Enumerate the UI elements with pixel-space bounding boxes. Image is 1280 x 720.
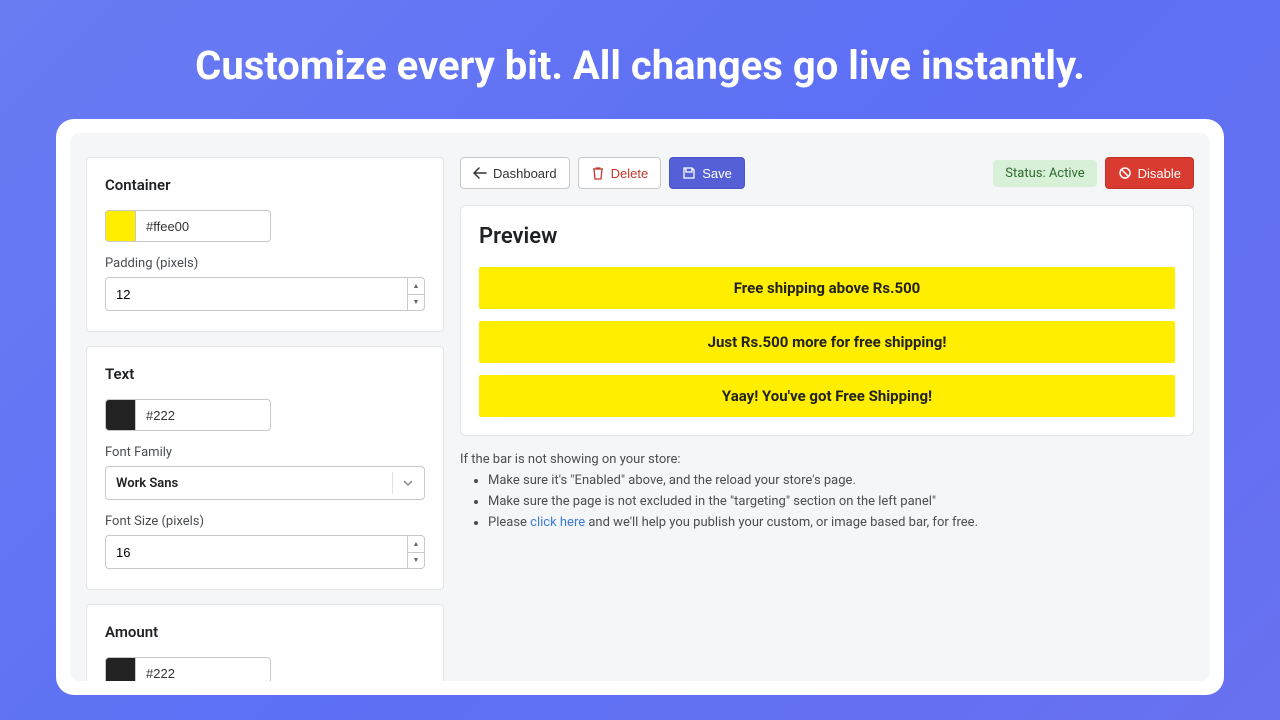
hero-title: Customize every bit. All changes go live… <box>0 0 1280 119</box>
font-family-label: Font Family <box>105 445 425 460</box>
amount-panel: Amount Free shipping target amount <box>86 604 444 681</box>
help-text: If the bar is not showing on your store:… <box>460 452 1194 536</box>
app-inner: Container Padding (pixels) ▲▼ Text Font … <box>70 133 1210 681</box>
help-item-3a: Please <box>488 515 530 530</box>
preview-bar-3: Yaay! You've got Free Shipping! <box>479 375 1175 417</box>
preview-bar-2: Just Rs.500 more for free shipping! <box>479 321 1175 363</box>
font-family-select[interactable]: Work Sans <box>105 466 425 500</box>
save-icon <box>682 166 696 180</box>
amount-color-swatch[interactable] <box>105 657 135 681</box>
main-area: Dashboard Delete Save Status: Active Dis… <box>460 157 1194 681</box>
sidebar: Container Padding (pixels) ▲▼ Text Font … <box>86 157 444 681</box>
save-button[interactable]: Save <box>669 157 745 189</box>
text-color-row <box>105 399 425 431</box>
status-badge: Status: Active <box>993 160 1096 187</box>
help-intro: If the bar is not showing on your store: <box>460 452 1194 467</box>
font-size-label: Font Size (pixels) <box>105 514 425 529</box>
padding-spinner[interactable]: ▲▼ <box>407 277 425 311</box>
font-size-spinner[interactable]: ▲▼ <box>407 535 425 569</box>
help-item-2: Make sure the page is not excluded in th… <box>488 494 1194 509</box>
container-title: Container <box>105 176 425 194</box>
container-color-input[interactable] <box>135 210 271 242</box>
amount-color-input[interactable] <box>135 657 271 681</box>
container-panel: Container Padding (pixels) ▲▼ <box>86 157 444 332</box>
preview-bar-1: Free shipping above Rs.500 <box>479 267 1175 309</box>
help-item-3: Please click here and we'll help you pub… <box>488 515 1194 530</box>
font-size-input[interactable] <box>105 535 407 569</box>
disable-button[interactable]: Disable <box>1105 157 1194 189</box>
text-color-input[interactable] <box>135 399 271 431</box>
chevron-down-icon <box>392 472 414 494</box>
spinner-down-icon[interactable]: ▼ <box>408 553 424 569</box>
save-label: Save <box>702 166 732 181</box>
spinner-up-icon[interactable]: ▲ <box>408 536 424 553</box>
help-item-1: Make sure it's "Enabled" above, and the … <box>488 473 1194 488</box>
amount-title: Amount <box>105 623 425 641</box>
text-color-swatch[interactable] <box>105 399 135 431</box>
dashboard-button[interactable]: Dashboard <box>460 157 570 189</box>
font-family-value: Work Sans <box>116 476 178 491</box>
font-size-field: ▲▼ <box>105 535 425 569</box>
container-color-swatch[interactable] <box>105 210 135 242</box>
toolbar: Dashboard Delete Save Status: Active Dis… <box>460 157 1194 189</box>
preview-card: Preview Free shipping above Rs.500 Just … <box>460 205 1194 436</box>
click-here-link[interactable]: click here <box>530 515 585 530</box>
spinner-down-icon[interactable]: ▼ <box>408 295 424 311</box>
help-item-3b: and we'll help you publish your custom, … <box>585 515 978 530</box>
disable-icon <box>1118 166 1132 180</box>
text-panel: Text Font Family Work Sans Font Size (pi… <box>86 346 444 590</box>
arrow-left-icon <box>473 166 487 180</box>
padding-label: Padding (pixels) <box>105 256 425 271</box>
app-card: Container Padding (pixels) ▲▼ Text Font … <box>56 119 1224 695</box>
preview-title: Preview <box>479 224 1175 249</box>
delete-label: Delete <box>611 166 649 181</box>
text-title: Text <box>105 365 425 383</box>
delete-button[interactable]: Delete <box>578 157 662 189</box>
container-color-row <box>105 210 425 242</box>
trash-icon <box>591 166 605 180</box>
spinner-up-icon[interactable]: ▲ <box>408 278 424 295</box>
disable-label: Disable <box>1138 166 1181 181</box>
amount-color-row <box>105 657 425 681</box>
padding-input[interactable] <box>105 277 407 311</box>
dashboard-label: Dashboard <box>493 166 557 181</box>
padding-field: ▲▼ <box>105 277 425 311</box>
